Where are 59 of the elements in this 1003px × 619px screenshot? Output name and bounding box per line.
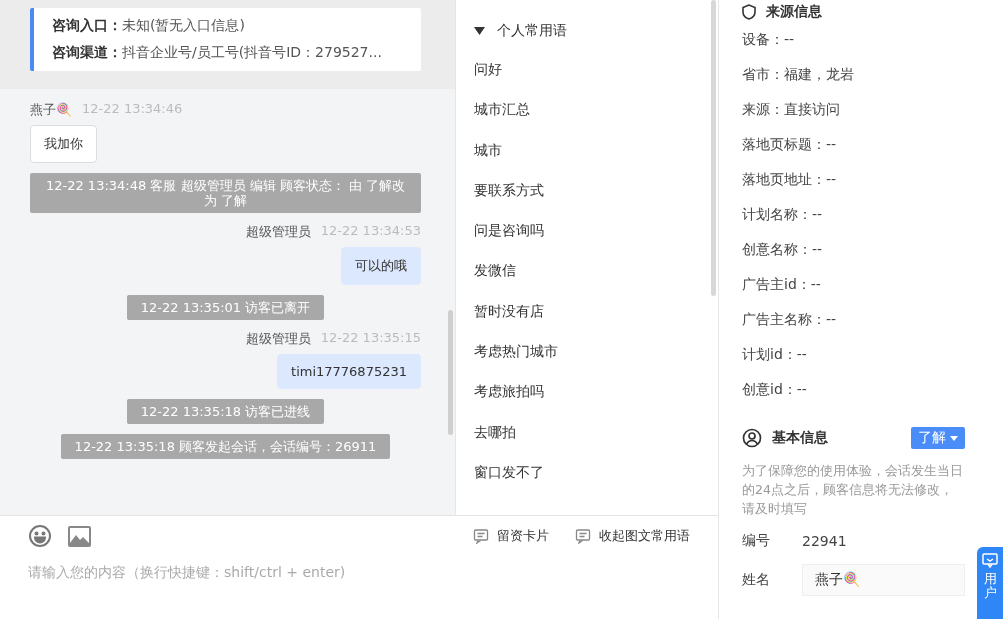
scrollbar[interactable] xyxy=(711,0,716,296)
composer-action-button[interactable]: 留资卡片 xyxy=(463,527,549,545)
source-info-text: 创意名称：-- xyxy=(742,239,824,259)
caret-down-icon[interactable] xyxy=(474,27,485,35)
phrase-group-title[interactable]: 个人常用语 xyxy=(497,22,567,40)
message-time: 12-22 13:34:53 xyxy=(320,223,421,240)
message-bubble: 我加你 xyxy=(30,125,97,163)
entry-info-text: 咨询入口：未知(暂无入口信息) xyxy=(52,17,246,35)
message-icon xyxy=(575,528,591,544)
message-icon xyxy=(473,528,489,544)
sender-name: 超级管理员 xyxy=(245,330,311,348)
message-bubble: 可以的哦 xyxy=(341,247,421,285)
phrase-item[interactable]: 问是咨询吗 xyxy=(474,211,700,252)
field-value: 22941 xyxy=(802,533,847,549)
message-bubble: timi17776875231 xyxy=(277,354,421,389)
system-notice: 12-22 13:35:18 访客已进线 xyxy=(126,399,325,424)
phrase-item[interactable]: 考虑热门城市 xyxy=(474,331,700,373)
message-time: 12-22 13:34:46 xyxy=(82,101,183,118)
phrase-item[interactable]: 窗口发不了 xyxy=(474,452,700,493)
message-time: 12-22 13:35:15 xyxy=(320,330,421,347)
source-info-text: 落地页地址：-- xyxy=(742,169,838,189)
composer-action-button[interactable]: 收起图文常用语 xyxy=(565,527,690,545)
source-info-text: 来源：直接访问 xyxy=(742,99,841,119)
system-notice: 12-22 13:34:48 客服 超级管理员 编辑 顾客状态： 由 了解改为 了解 xyxy=(30,173,421,213)
phrase-item[interactable]: 问好 xyxy=(474,50,700,91)
name-input-field[interactable]: 燕子🍭 xyxy=(802,564,965,596)
field-label: 编号 xyxy=(742,532,771,550)
source-info-text: 设备：-- xyxy=(742,29,796,49)
system-notice: 12-22 13:35:01 访客已离开 xyxy=(126,295,325,320)
entry-info-text: 咨询渠道：抖音企业号/员工号(抖音号ID：279527... xyxy=(52,44,383,62)
phrase-item[interactable]: 考虑旅拍吗 xyxy=(474,372,700,413)
source-info-text: 广告主id：-- xyxy=(742,274,822,294)
scrollbar[interactable] xyxy=(448,310,453,435)
source-info-text: 广告主名称：-- xyxy=(742,309,838,329)
user-side-tab[interactable]: 用户 xyxy=(977,547,1003,619)
system-notice: 12-22 13:35:18 顾客发起会话，会话编号：26911 xyxy=(60,434,391,459)
phrase-item[interactable]: 城市汇总 xyxy=(474,90,700,131)
source-info-text: 落地页标题：-- xyxy=(742,134,838,154)
user-icon xyxy=(742,428,762,448)
emoji-icon[interactable] xyxy=(28,524,52,548)
image-icon[interactable] xyxy=(68,525,91,547)
source-info-text: 创意id：-- xyxy=(742,379,808,399)
field-label: 姓名 xyxy=(742,571,771,589)
phrase-item[interactable]: 去哪拍 xyxy=(474,412,700,453)
source-info-text: 计划id：-- xyxy=(742,344,808,364)
sender-name: 燕子🍭 xyxy=(30,101,72,119)
source-info-text: 省市：福建，龙岩 xyxy=(742,64,855,84)
phrase-item[interactable]: 暂时没有店 xyxy=(474,291,700,332)
sender-name: 超级管理员 xyxy=(245,223,311,241)
phrase-item[interactable]: 城市 xyxy=(474,130,700,171)
source-info-text: 计划名称：-- xyxy=(742,204,824,224)
message-icon xyxy=(982,553,998,568)
shield-icon xyxy=(742,4,756,20)
phrase-item[interactable]: 发微信 xyxy=(474,251,700,292)
section-title: 来源信息 xyxy=(766,3,822,21)
section-title: 基本信息 xyxy=(772,429,828,447)
caret-down-icon xyxy=(950,435,958,441)
phrase-item[interactable]: 要联系方式 xyxy=(474,170,700,212)
notice-text: 为了保障您的使用体验，会话发生当日的24点之后，顾客信息将无法修改，请及时填写 xyxy=(742,462,964,518)
